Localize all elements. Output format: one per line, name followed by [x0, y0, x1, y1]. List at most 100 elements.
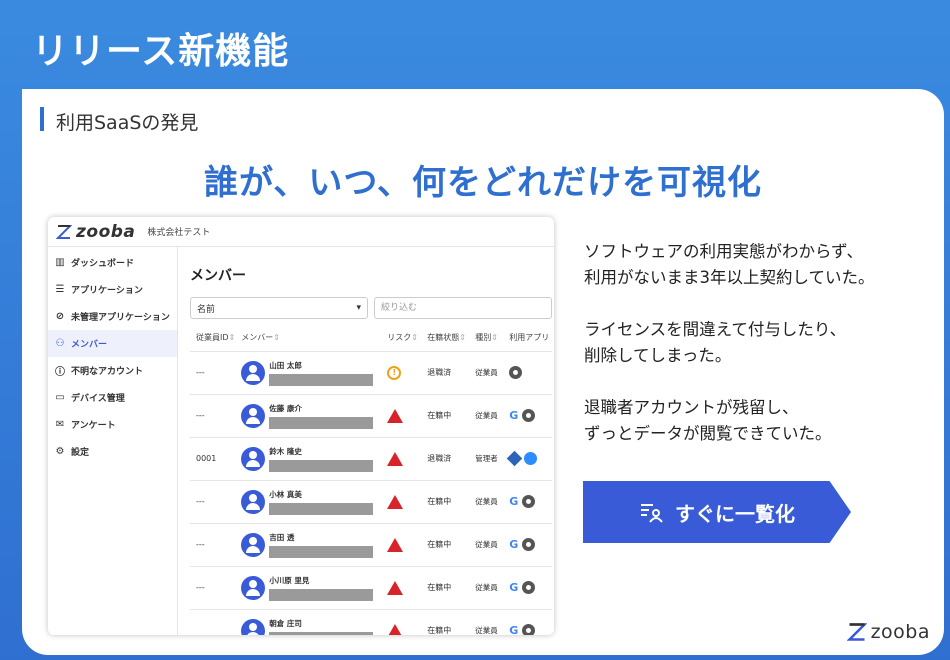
column-header[interactable]: 種別⇕: [469, 325, 504, 352]
sort-icon: ⇕: [411, 333, 418, 343]
sidebar: ▥ ダッシュボード ☰ アプリケーション ⊘ 未管理アプリケーション ⚇ メンバー ⓘ 不明なアカ…: [48, 247, 178, 635]
sidebar-item-label: アプリケーション: [71, 286, 143, 296]
member-cell: 山田 太郎: [235, 351, 382, 395]
table-row[interactable]: --- 山田 太郎! 退職済 従業員: [190, 351, 552, 395]
status: 在籍中: [421, 394, 470, 438]
member-type: 従業員: [475, 540, 498, 549]
column-header-label: 利用アプリ: [509, 333, 550, 343]
app-gear-icon[interactable]: [522, 624, 536, 635]
member-cell: 吉田 透: [235, 523, 382, 567]
filter-select[interactable]: 名前 ▾: [190, 297, 368, 319]
list-icon: ☰: [55, 284, 65, 295]
risk-cell: !: [381, 351, 422, 395]
member-type: 従業員: [475, 626, 498, 635]
app-gear-icon[interactable]: [522, 581, 536, 594]
type-cell: 従業員: [469, 609, 504, 635]
member-type: 従業員: [475, 583, 498, 592]
risk-cell: [381, 394, 422, 438]
sidebar-item-0[interactable]: ▥ ダッシュボード: [48, 249, 177, 276]
member-name: 吉田 透: [269, 532, 295, 542]
google-icon[interactable]: G: [509, 581, 518, 594]
sort-icon: ⇕: [228, 333, 236, 343]
redacted-email: [269, 416, 374, 429]
description-3-line-2: ずっとデータが閲覧できていた。: [584, 424, 832, 443]
sidebar-item-3[interactable]: ⚇ メンバー: [48, 330, 177, 357]
sort-icon: ⇕: [273, 333, 280, 343]
member-name: 鈴木 隆史: [269, 446, 302, 456]
redacted-email: [269, 373, 374, 386]
google-icon[interactable]: G: [509, 538, 518, 551]
app-gear-icon[interactable]: [522, 495, 536, 508]
status: 退職済: [421, 351, 470, 395]
app-gear-icon[interactable]: [522, 409, 536, 422]
employee-id: ---: [190, 351, 236, 395]
search-input[interactable]: 絞り込む: [374, 297, 552, 319]
status: 在籍中: [421, 523, 470, 567]
sidebar-item-label: ダッシュボード: [71, 259, 135, 269]
app-gear-icon[interactable]: [522, 538, 536, 551]
app-gear-icon[interactable]: [509, 366, 523, 379]
danger-icon: [387, 408, 404, 423]
member-cell: 朝倉 庄司: [235, 609, 382, 635]
table-row[interactable]: --- 佐藤 康介 在籍中 従業員 G: [190, 394, 552, 438]
list-now-button[interactable]: すぐに一覧化: [583, 481, 851, 543]
apps-cell: [503, 437, 552, 481]
zooba-logo-icon: [56, 224, 72, 239]
sidebar-item-5[interactable]: ▭ デバイス管理: [48, 384, 177, 411]
main-content: メンバー 名前 ▾ 絞り込む 従業員ID⇕ メンバー⇕ リスク⇕ 在籍状態⇕ 種別⇕ 利用…: [178, 247, 554, 635]
description-1: ソフトウェアの利用実態がわからず、 利用がないまま3年以上契約していた。: [584, 239, 875, 291]
risk-cell: [381, 609, 422, 635]
sidebar-item-4[interactable]: ⓘ 不明なアカウント: [48, 357, 177, 384]
gear-icon: ⚙: [55, 446, 65, 457]
slide-title: リリース新機能: [32, 31, 290, 72]
column-header[interactable]: 在籍状態⇕: [421, 325, 470, 352]
description-3: 退職者アカウントが残留し、 ずっとデータが閲覧できていた。: [584, 395, 832, 447]
member-name: 朝倉 庄司: [269, 618, 302, 628]
risk-cell: [381, 523, 422, 567]
table-row[interactable]: --- 小川原 里見 在籍中 従業員 G: [190, 566, 552, 610]
employee-id: [190, 609, 236, 635]
status: 在籍中: [421, 609, 470, 635]
avatar: [241, 575, 266, 600]
column-header[interactable]: 従業員ID⇕: [190, 325, 236, 352]
apps-cell: G: [503, 523, 552, 567]
column-header[interactable]: リスク⇕: [381, 325, 422, 352]
employee-id: ---: [190, 394, 236, 438]
description-2: ライセンスを間違えて付与したり、 削除してしまった。: [584, 317, 846, 369]
sidebar-item-label: デバイス管理: [71, 394, 125, 404]
danger-icon: [387, 623, 404, 635]
page-title: メンバー: [190, 268, 246, 284]
table-row[interactable]: 朝倉 庄司 在籍中 従業員 G: [190, 609, 552, 635]
danger-icon: [387, 537, 404, 552]
sidebar-item-7[interactable]: ⚙ 設定: [48, 438, 177, 465]
app-screenshot: zooba 株式会社テスト ▥ ダッシュボード ☰ アプリケーション ⊘ 未管理アプリケー…: [48, 217, 554, 635]
column-header[interactable]: メンバー⇕: [235, 325, 382, 352]
chart-icon: ▥: [55, 257, 65, 268]
zoom-icon[interactable]: [524, 452, 538, 465]
sidebar-item-6[interactable]: ✉ アンケート: [48, 411, 177, 438]
type-cell: 従業員: [469, 523, 504, 567]
google-icon[interactable]: G: [509, 409, 518, 422]
member-cell: 鈴木 隆史: [235, 437, 382, 481]
list-user-icon: [641, 504, 663, 523]
sidebar-item-2[interactable]: ⊘ 未管理アプリケーション: [48, 303, 177, 330]
table-row[interactable]: --- 小林 真美 在籍中 従業員 G: [190, 480, 552, 524]
cta-label: すぐに一覧化: [675, 501, 795, 526]
status: 退職済: [421, 437, 470, 481]
column-header-label: リスク: [387, 333, 412, 343]
table-row[interactable]: 0001 鈴木 隆史 退職済 管理者: [190, 437, 552, 481]
column-header-label: 種別: [475, 333, 492, 343]
column-header[interactable]: 利用アプリ: [503, 325, 552, 352]
table-row[interactable]: --- 吉田 透 在籍中 従業員 G: [190, 523, 552, 567]
app-diamond-icon[interactable]: [507, 450, 523, 467]
sidebar-item-1[interactable]: ☰ アプリケーション: [48, 276, 177, 303]
member-type: 従業員: [475, 368, 498, 377]
users-icon: ⚇: [55, 338, 65, 349]
filter-select-value: 名前: [197, 304, 216, 315]
column-header-label: 従業員ID: [196, 333, 229, 343]
app-logo: zooba: [76, 221, 136, 242]
google-icon[interactable]: G: [509, 495, 518, 508]
google-icon[interactable]: G: [509, 624, 518, 635]
column-header-label: メンバー: [241, 333, 274, 343]
sidebar-item-label: 未管理アプリケーション: [71, 313, 170, 323]
